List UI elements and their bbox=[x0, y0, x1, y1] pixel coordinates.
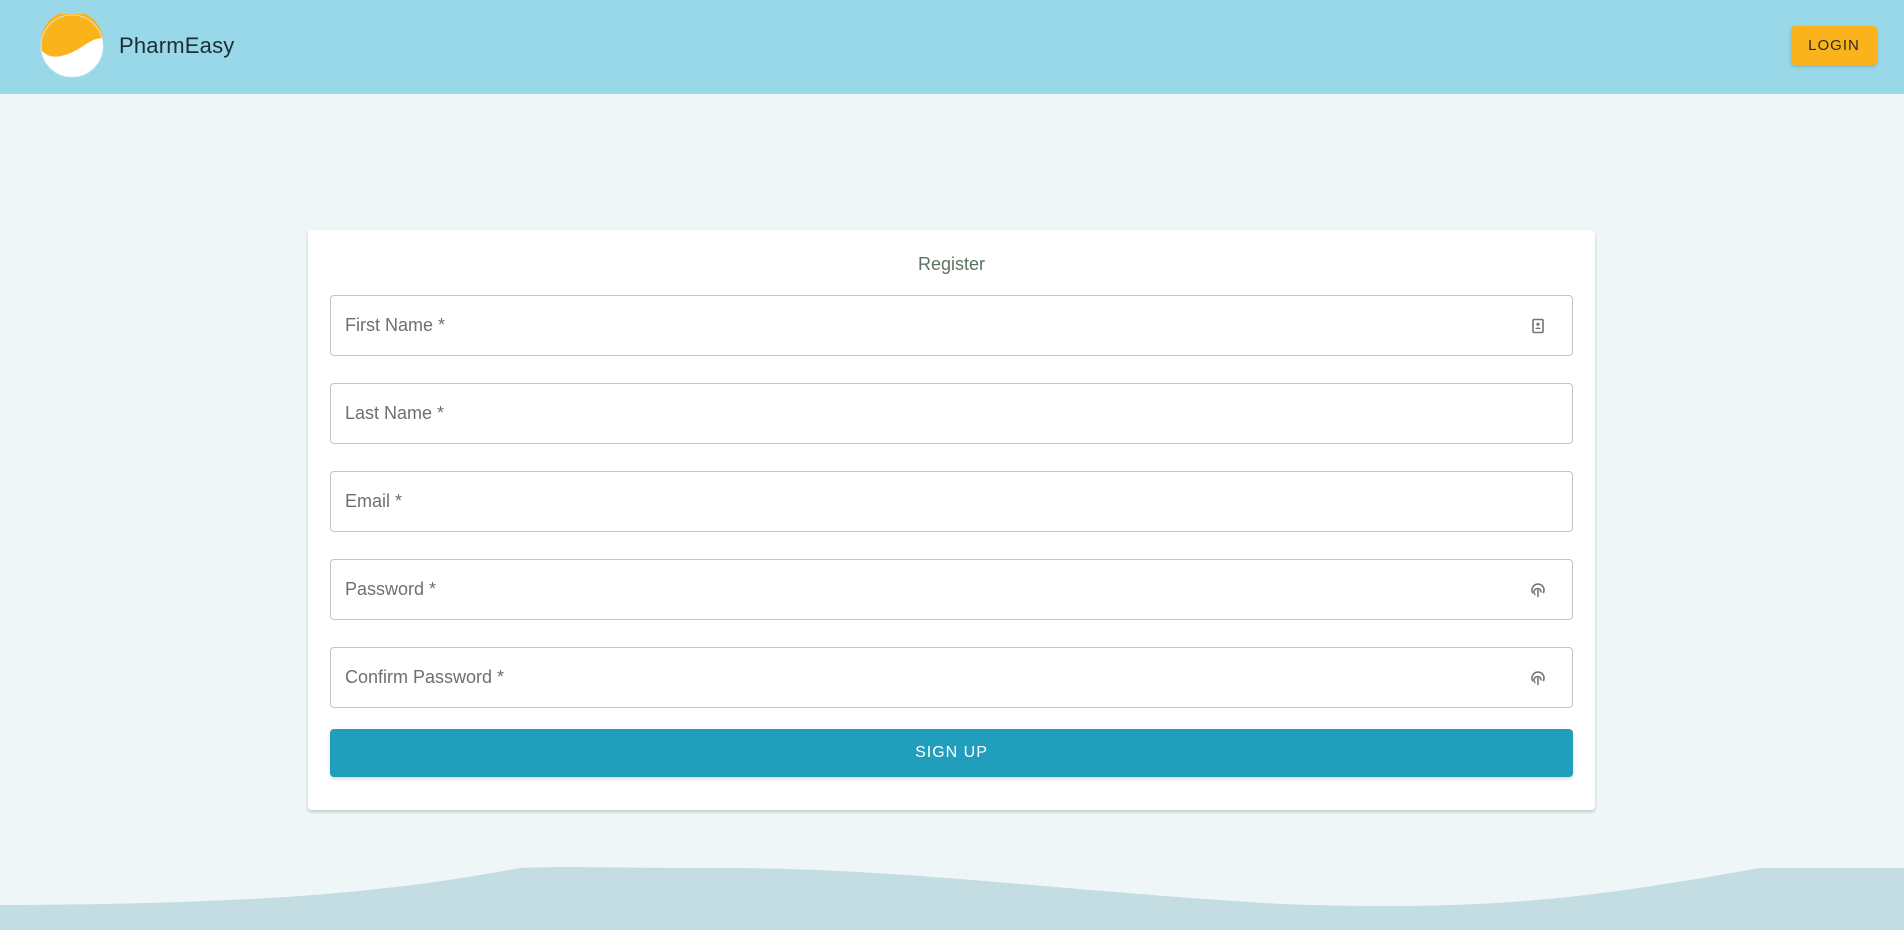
confirm-password-field[interactable] bbox=[330, 647, 1573, 708]
email-field[interactable] bbox=[330, 471, 1573, 532]
brand[interactable]: PharmEasy bbox=[40, 14, 235, 78]
email-input[interactable] bbox=[345, 472, 1495, 531]
confirm-password-input[interactable] bbox=[345, 648, 1495, 707]
last-name-input[interactable] bbox=[345, 384, 1495, 443]
first-name-input[interactable] bbox=[345, 296, 1495, 355]
contact-card-icon bbox=[1532, 318, 1544, 334]
top-app-bar: PharmEasy LOGIN bbox=[0, 0, 1904, 94]
brand-name: PharmEasy bbox=[119, 33, 235, 58]
login-button[interactable]: LOGIN bbox=[1791, 26, 1877, 65]
fingerprint-icon bbox=[1531, 671, 1545, 686]
fingerprint-icon bbox=[1531, 583, 1545, 598]
pharmeasy-logo-icon bbox=[40, 14, 104, 78]
sign-up-button[interactable]: SIGN UP bbox=[330, 729, 1573, 777]
register-card: Register SIGN UP bbox=[308, 230, 1595, 810]
first-name-field[interactable] bbox=[330, 295, 1573, 356]
password-input[interactable] bbox=[345, 560, 1495, 619]
password-field[interactable] bbox=[330, 559, 1573, 620]
register-title: Register bbox=[917, 254, 986, 274]
footer-wave bbox=[0, 867, 1904, 930]
last-name-field[interactable] bbox=[330, 383, 1573, 444]
